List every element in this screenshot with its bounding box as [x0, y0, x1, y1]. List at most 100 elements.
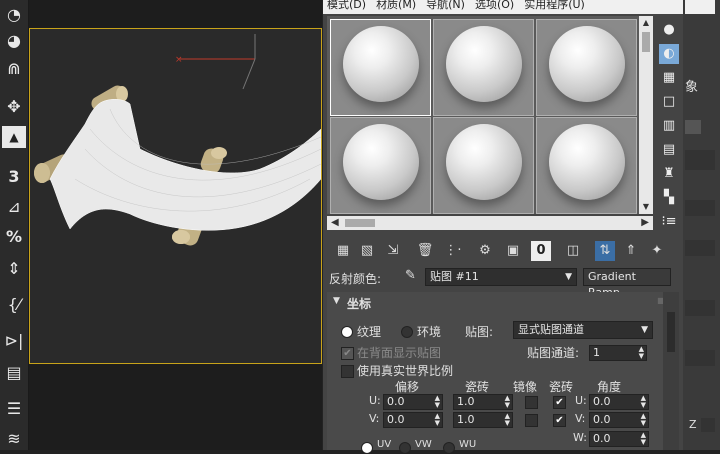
- show-end-result-icon[interactable]: ⇅: [595, 241, 615, 261]
- options-icon[interactable]: ♜: [659, 164, 679, 184]
- slots-horizontal-scrollbar[interactable]: ◀ ▶: [327, 216, 653, 230]
- eyedropper-icon[interactable]: ✎: [405, 268, 416, 283]
- scroll-right-icon[interactable]: ▶: [641, 217, 649, 228]
- rollout-title[interactable]: 坐标: [347, 295, 371, 312]
- make-unique-icon[interactable]: ⋮·: [443, 241, 463, 261]
- make-preview-icon[interactable]: ▤: [659, 140, 679, 160]
- rollout-scroll-thumb[interactable]: [667, 312, 675, 352]
- spinner-arrows-icon[interactable]: ▲ ▼: [641, 432, 646, 446]
- spinner-arrows-icon[interactable]: ▲ ▼: [505, 395, 510, 409]
- w-angle-spinner[interactable]: 0.0 ▲ ▼: [589, 431, 649, 447]
- layer-icon[interactable]: ☰: [2, 398, 26, 420]
- color-swatch[interactable]: [685, 120, 701, 134]
- texture-radio[interactable]: [341, 326, 353, 338]
- sample-slot-1[interactable]: [330, 19, 431, 116]
- u-tile-checkbox[interactable]: ✔: [553, 396, 566, 409]
- spinner-arrows-icon[interactable]: ▲ ▼: [435, 395, 440, 409]
- align-icon[interactable]: ▤: [2, 362, 26, 384]
- v-mirror-checkbox[interactable]: [525, 414, 538, 427]
- scroll-up-icon[interactable]: ▲: [641, 18, 651, 28]
- u-angle-spinner[interactable]: 0.0 ▲ ▼: [589, 394, 649, 410]
- sample-slot-6[interactable]: [536, 117, 637, 214]
- panel-field[interactable]: [685, 240, 715, 256]
- material-navigator-icon[interactable]: ⁝≡: [659, 212, 679, 232]
- move-icon[interactable]: ✥: [2, 96, 26, 118]
- mapping-select[interactable]: 显式贴图通道 ▼: [513, 321, 653, 339]
- angle-snap-icon[interactable]: ⊿: [2, 196, 26, 218]
- put-to-scene-icon[interactable]: ▧: [357, 241, 377, 261]
- spinner-arrows-icon[interactable]: ▲ ▼: [435, 413, 440, 427]
- sample-type-icon[interactable]: ●: [659, 20, 679, 40]
- slots-vertical-scrollbar[interactable]: ▲ ▼: [639, 16, 653, 214]
- spinner-arrows-icon[interactable]: ▲ ▼: [505, 413, 510, 427]
- rollout-collapse-icon[interactable]: ▼: [333, 296, 340, 306]
- angle-column-header: 角度: [597, 380, 622, 394]
- upload-icon[interactable]: ▲: [2, 126, 26, 148]
- v-tile-checkbox[interactable]: ✔: [553, 414, 566, 427]
- edit-named-selection-icon[interactable]: {⁄: [2, 294, 26, 316]
- uv-radio[interactable]: [361, 442, 373, 454]
- delete-icon[interactable]: 🗑: [415, 241, 435, 261]
- menu-material[interactable]: 材质(M): [372, 0, 422, 10]
- panel-field[interactable]: [685, 300, 715, 316]
- material-id-icon[interactable]: ▣: [503, 241, 523, 261]
- v-offset-spinner[interactable]: 0.0 ▲ ▼: [383, 412, 443, 428]
- put-to-library-icon[interactable]: ⚙: [475, 241, 495, 261]
- material-id-channel-icon[interactable]: 0: [531, 241, 551, 261]
- viewport[interactable]: ×: [29, 0, 322, 450]
- menu-navigation[interactable]: 导航(N): [422, 0, 471, 10]
- get-material-icon[interactable]: ▦: [333, 241, 353, 261]
- u-tiling-spinner[interactable]: 1.0 ▲ ▼: [453, 394, 513, 410]
- sample-slot-5[interactable]: [433, 117, 534, 214]
- menu-mode[interactable]: 模式(D): [323, 0, 372, 10]
- rollout-scrollbar[interactable]: [663, 292, 679, 450]
- z-field[interactable]: [701, 418, 715, 432]
- mapping-label: 贴图:: [465, 325, 494, 339]
- scroll-down-icon[interactable]: ▼: [641, 202, 651, 212]
- u-mirror-checkbox[interactable]: [525, 396, 538, 409]
- sample-slot-4[interactable]: [330, 117, 431, 214]
- snap-3d-icon[interactable]: 3: [2, 166, 26, 188]
- mirror-icon[interactable]: ⊳|: [2, 330, 26, 352]
- menu-utilities[interactable]: 实用程序(U): [520, 0, 591, 10]
- video-color-check-icon[interactable]: ▥: [659, 116, 679, 136]
- vw-radio[interactable]: [399, 442, 411, 454]
- spinner-snap-icon[interactable]: ⇕: [2, 258, 26, 280]
- show-back-checkbox[interactable]: ✔: [341, 347, 354, 360]
- panel-field[interactable]: [685, 200, 715, 216]
- viewport-frame[interactable]: ×: [29, 28, 322, 364]
- scroll-thumb[interactable]: [642, 32, 650, 52]
- panel-field[interactable]: [685, 350, 715, 366]
- real-world-checkbox[interactable]: [341, 365, 354, 378]
- sphere-icon[interactable]: ◔: [2, 4, 26, 26]
- spinner-arrows-icon[interactable]: ▲ ▼: [641, 413, 646, 427]
- map-type-button[interactable]: Gradient Ramp: [583, 268, 671, 299]
- menu-options[interactable]: 选项(O): [471, 0, 520, 10]
- show-map-in-viewport-icon[interactable]: ◫: [563, 241, 583, 261]
- background-icon[interactable]: ▦: [659, 68, 679, 88]
- percent-snap-icon[interactable]: %: [2, 226, 26, 248]
- u-offset-spinner[interactable]: 0.0 ▲ ▼: [383, 394, 443, 410]
- go-forward-sibling-icon[interactable]: ✦: [647, 241, 667, 261]
- layers-stack-icon[interactable]: ≋: [2, 428, 26, 450]
- sample-slot-3[interactable]: [536, 19, 637, 116]
- spinner-arrows-icon[interactable]: ▲ ▼: [641, 395, 646, 409]
- select-by-material-icon[interactable]: ▚: [659, 188, 679, 208]
- v-tiling-spinner[interactable]: 1.0 ▲ ▼: [453, 412, 513, 428]
- assign-to-selection-icon[interactable]: ⇲: [383, 241, 403, 261]
- environment-radio[interactable]: [401, 326, 413, 338]
- snap-icon[interactable]: ◕: [2, 30, 26, 52]
- magnet-icon[interactable]: ⋒: [2, 58, 26, 80]
- sample-slot-2[interactable]: [433, 19, 534, 116]
- scroll-left-icon[interactable]: ◀: [331, 217, 339, 228]
- v-angle-spinner[interactable]: 0.0 ▲ ▼: [589, 412, 649, 428]
- map-channel-spinner[interactable]: 1 ▲ ▼: [589, 345, 647, 361]
- scroll-thumb-h[interactable]: [345, 219, 375, 227]
- sample-uv-tiling-icon[interactable]: □: [659, 92, 679, 112]
- map-name-field[interactable]: 贴图 #11 ▼: [425, 268, 577, 286]
- wu-radio[interactable]: [443, 442, 455, 454]
- go-to-parent-icon[interactable]: ⇑: [621, 241, 641, 261]
- panel-field[interactable]: [685, 150, 715, 170]
- backlight-icon[interactable]: ◐: [659, 44, 679, 64]
- spinner-arrows-icon[interactable]: ▲ ▼: [639, 346, 644, 360]
